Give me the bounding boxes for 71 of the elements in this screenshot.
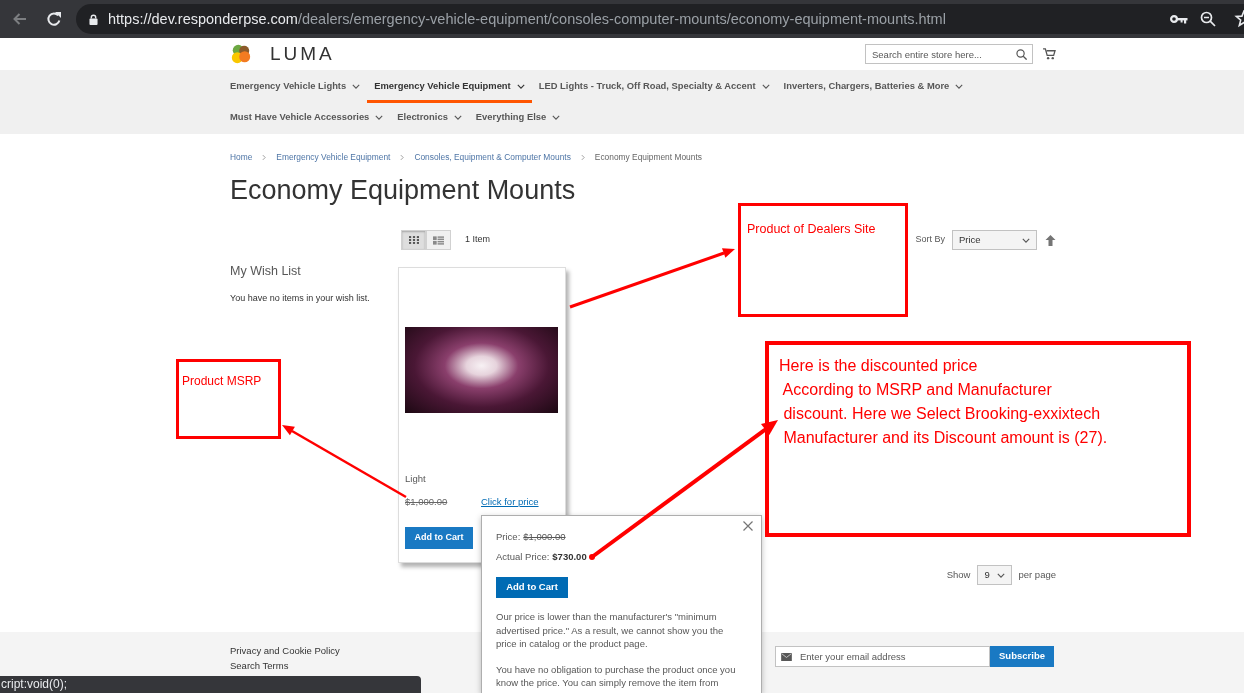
footer-link[interactable]: Search Terms <box>230 658 340 673</box>
nav-menu-item[interactable]: Emergency Vehicle Equipment <box>367 72 532 103</box>
chevron-down-icon <box>761 83 770 89</box>
cart-icon[interactable] <box>1043 48 1056 60</box>
view-mode-button[interactable] <box>426 230 451 250</box>
lock-icon <box>89 13 98 25</box>
up-arrow-icon[interactable] <box>1045 234 1056 246</box>
chevron-right-icon <box>580 153 585 161</box>
chevron-down-icon <box>955 83 964 89</box>
show-label: Show <box>946 568 971 582</box>
per-page-label: per page <box>1018 568 1056 582</box>
wishlist-empty-text: You have no items in your wish list. <box>230 292 371 304</box>
chevron-down-icon <box>997 572 1006 578</box>
breadcrumb-current: Economy Equipment Mounts <box>594 151 702 163</box>
chevron-right-icon <box>400 153 405 161</box>
annotation-note: Product MSRP <box>176 359 281 439</box>
nav-menu-item[interactable]: Emergency Vehicle Lights <box>223 72 368 103</box>
star-icon[interactable] <box>1234 10 1244 28</box>
price-link[interactable]: Click for price <box>481 495 539 509</box>
link-status-text: cript:void(0); <box>0 676 421 693</box>
email-field[interactable]: Enter your email address <box>775 646 990 667</box>
reload-icon[interactable] <box>46 11 62 27</box>
add-to-cart-button[interactable]: Add to Cart <box>496 577 568 598</box>
price-label: Price: <box>496 530 521 544</box>
product-name[interactable]: Light <box>405 473 559 485</box>
chevron-down-icon <box>352 83 361 89</box>
notice-paragraph: Our price is lower than the manufacturer's "minimum advertised price." As a result, we cannot show you the price in catalog or the product page. <box>496 610 725 651</box>
msrp-price: $1,000.00 <box>523 530 566 544</box>
annotation-note: Product of Dealers Site <box>738 203 908 317</box>
footer-link[interactable]: Privacy and Cookie Policy <box>230 643 340 658</box>
actual-price: $730.00 <box>552 550 587 564</box>
nav-menu-item[interactable]: Everything Else <box>468 103 568 134</box>
nav-menu-item[interactable]: Inverters, Chargers, Batteries & More <box>776 72 971 103</box>
chevron-down-icon <box>552 114 561 120</box>
wishlist-title: My Wish List <box>230 263 302 279</box>
nav-menu-item[interactable]: Electronics <box>390 103 469 134</box>
sort-label: Sort By <box>915 234 945 246</box>
notice-paragraph: You have no obligation to purchase the product once you know the price. You can simply remove the item from <box>496 662 737 690</box>
logo-text[interactable]: LUMA <box>270 43 335 65</box>
nav-menu-item[interactable]: LED Lights - Truck, Off Road, Specialty & Accent <box>531 72 777 103</box>
annotation-note: Here is the discounted price According to MSRP and Manufacturer discount. Here we Select Brooking-exxixtech Manufacturer and its Discount amount is (27). <box>765 341 1191 537</box>
chevron-right-icon <box>262 153 267 161</box>
nav-menu-item[interactable]: Must Have Vehicle Accessories <box>223 103 391 134</box>
page-title: Economy Equipment Mounts <box>230 175 577 205</box>
zoom-out-icon[interactable] <box>1200 11 1216 27</box>
breadcrumb-link[interactable]: Consoles, Equipment & Computer Mounts <box>414 151 571 163</box>
breadcrumb-link[interactable]: Home <box>230 151 253 163</box>
url-text: https://dev.responderpse.com/dealers/emergency-vehicle-equipment/consoles-computer-mounts/economy-equipment-mounts.html <box>108 9 946 29</box>
search-icon[interactable] <box>1016 48 1027 60</box>
address-bar[interactable]: https://dev.responderpse.com/dealers/emergency-vehicle-equipment/consoles-computer-mounts/economy-equipment-mounts.html <box>76 4 1244 34</box>
chevron-down-icon <box>453 114 462 120</box>
actual-price-label: Actual Price: <box>496 550 550 564</box>
sort-select[interactable]: Price <box>952 230 1037 250</box>
logo-icon[interactable] <box>230 43 252 65</box>
chevron-down-icon <box>516 83 525 89</box>
envelope-icon <box>781 652 792 661</box>
view-mode-button[interactable] <box>401 230 426 250</box>
add-to-cart-button[interactable]: Add to Cart <box>405 527 473 549</box>
chevron-down-icon <box>375 114 384 120</box>
photo-placeholder[interactable] <box>405 327 558 413</box>
page-size-select[interactable]: 9 <box>977 565 1013 585</box>
search-field[interactable]: Search entire store here... <box>865 44 1033 64</box>
list-icon <box>433 235 444 245</box>
subscribe-button[interactable]: Subscribe <box>990 646 1054 667</box>
msrp-price: $1,000.00 <box>405 495 449 509</box>
grid-icon <box>408 236 419 244</box>
item-count: 1 Item <box>465 234 490 246</box>
key-icon[interactable] <box>1170 14 1188 24</box>
close-icon[interactable] <box>743 521 753 531</box>
chevron-down-icon <box>1022 237 1030 243</box>
breadcrumb-link[interactable]: Emergency Vehicle Equipment <box>276 151 391 163</box>
